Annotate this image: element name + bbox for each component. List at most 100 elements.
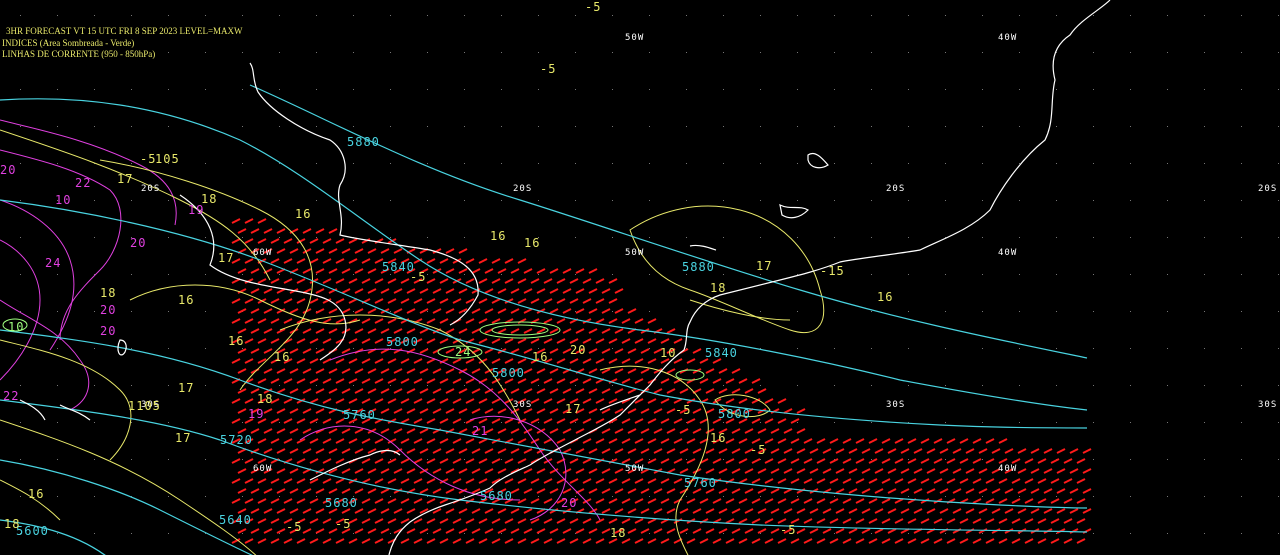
wind-barb — [627, 508, 637, 514]
grid-dot — [242, 52, 243, 53]
wind-barb — [621, 478, 631, 484]
wind-barb — [946, 518, 956, 524]
grid-dot — [945, 348, 946, 349]
grid-dot — [1019, 422, 1020, 423]
wind-barb — [380, 488, 390, 494]
wind-barb — [549, 408, 559, 414]
grid-dot — [1204, 89, 1205, 90]
wind-barb — [718, 508, 728, 514]
wind-barb — [231, 218, 241, 224]
wind-barb — [523, 448, 533, 454]
wind-barb — [549, 348, 559, 354]
wind-barb — [432, 468, 442, 474]
wind-barb — [237, 308, 247, 314]
grid-dot — [538, 163, 539, 164]
grid-dot — [94, 496, 95, 497]
wind-barb — [523, 488, 533, 494]
wind-barb — [666, 328, 676, 334]
wind-barb — [361, 358, 371, 364]
wind-barb — [920, 538, 930, 544]
grid-dot — [242, 15, 243, 16]
wind-barb — [933, 538, 943, 544]
grid-dot — [57, 274, 58, 275]
grid-dot — [797, 163, 798, 164]
wind-barb — [471, 448, 481, 454]
grid-dot — [1278, 52, 1279, 53]
grid-dot — [1056, 311, 1057, 312]
grid-dot — [94, 89, 95, 90]
grid-dot — [834, 237, 835, 238]
wind-barb — [367, 388, 377, 394]
grid-dot — [1167, 274, 1168, 275]
wind-barb — [1004, 488, 1014, 494]
grid-dot — [871, 348, 872, 349]
wind-barb — [510, 528, 520, 534]
wind-barb — [432, 448, 442, 454]
wind-barb — [354, 308, 364, 314]
wind-barb — [406, 528, 416, 534]
grid-dot — [945, 52, 946, 53]
grid-dot — [612, 163, 613, 164]
wind-barb — [653, 488, 663, 494]
wind-barb — [491, 538, 501, 544]
wind-barb — [666, 508, 676, 514]
wind-barb — [991, 488, 1001, 494]
grid-dot — [390, 200, 391, 201]
wind-barb — [432, 308, 442, 314]
wind-barb — [322, 358, 332, 364]
grid-dot — [1019, 237, 1020, 238]
grid-dot — [20, 348, 21, 349]
wind-barb — [920, 518, 930, 524]
wind-barb — [465, 438, 475, 444]
grid-dot — [353, 385, 354, 386]
wind-barb — [861, 488, 871, 494]
wind-barb — [972, 538, 982, 544]
wind-barb — [406, 468, 416, 474]
grid-label-60w-bottom: 60W — [253, 464, 273, 474]
wind-barb — [660, 418, 670, 424]
index-label-18-c: 18 — [257, 392, 274, 406]
wind-barb — [276, 388, 286, 394]
wind-barb — [751, 458, 761, 464]
wind-barb — [1063, 458, 1073, 464]
wind-barb — [848, 528, 858, 534]
grid-dot — [945, 311, 946, 312]
wind-barb — [991, 508, 1001, 514]
wind-barb — [666, 368, 676, 374]
wind-barb — [478, 418, 488, 424]
grid-dot — [390, 126, 391, 127]
wind-barb — [764, 398, 774, 404]
wind-barb — [790, 498, 800, 504]
wind-barb — [595, 298, 605, 304]
grid-dot — [871, 459, 872, 460]
indices-legend: INDICES (Area Sombreada - Verde) — [2, 38, 135, 48]
grid-dot — [168, 200, 169, 201]
grid-dot — [131, 459, 132, 460]
grid-dot — [1204, 459, 1205, 460]
wind-barb — [374, 518, 384, 524]
grid-dot — [390, 89, 391, 90]
wind-barb — [1082, 448, 1092, 454]
wind-barb — [406, 508, 416, 514]
wind-barb — [276, 468, 286, 474]
wind-barb — [1050, 498, 1060, 504]
index-label-21: 21 — [472, 424, 489, 438]
grid-dot — [427, 89, 428, 90]
wind-barb — [283, 318, 293, 324]
wind-barb — [848, 468, 858, 474]
wind-barb — [497, 268, 507, 274]
wind-barb — [432, 528, 442, 534]
wind-barb — [907, 478, 917, 484]
wind-barb — [796, 408, 806, 414]
wind-barb — [647, 518, 657, 524]
wind-barb — [647, 398, 657, 404]
wind-barb — [653, 388, 663, 394]
wind-barb — [686, 498, 696, 504]
wind-barb — [809, 448, 819, 454]
grid-dot — [723, 200, 724, 201]
wind-barb — [458, 328, 468, 334]
wind-barb — [614, 448, 624, 454]
wind-barb — [608, 398, 618, 404]
wind-barb — [543, 318, 553, 324]
wind-barb — [354, 388, 364, 394]
